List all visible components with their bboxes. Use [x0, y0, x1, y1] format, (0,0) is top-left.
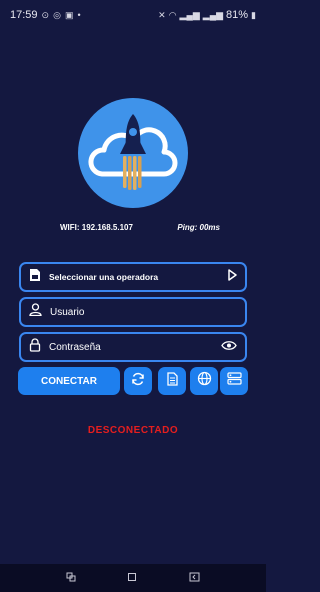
connection-info: WIFI: 192.168.5.107 Ping: 00ms [60, 223, 220, 232]
ping-info: Ping: 00ms [177, 223, 220, 232]
play-arrow-icon[interactable] [227, 268, 237, 286]
refresh-icon [131, 372, 145, 391]
eye-icon[interactable] [221, 338, 237, 356]
signal-icon: ▂▄▆ [179, 9, 200, 20]
battery-level: 81% [226, 9, 249, 21]
operator-select[interactable]: Seleccionar una operadora [19, 262, 247, 292]
password-field[interactable]: Contraseña [19, 332, 247, 362]
status-right: ✕ ◠ ▂▄▆ ▂▄▆ 81% ▮ [158, 9, 256, 21]
whatsapp-icon: ◎ [53, 9, 61, 20]
status-time: 17:59 [10, 9, 38, 21]
status-left: 17:59 ⊙ ◎ ▣ • [10, 9, 81, 21]
scan-icon: ▣ [64, 9, 74, 20]
signal2-icon: ▂▄▆ [202, 9, 224, 20]
refresh-button[interactable] [124, 367, 152, 395]
lock-icon [29, 337, 41, 357]
action-buttons: CONECTAR [18, 367, 248, 395]
connect-button[interactable]: CONECTAR [18, 367, 120, 395]
connection-status: DESCONECTADO [87, 425, 179, 436]
server-icon [226, 372, 242, 390]
rocket-cloud-logo [78, 98, 188, 208]
browser-button[interactable] [190, 367, 218, 395]
user-icon [29, 303, 42, 321]
dot-icon: • [77, 10, 81, 20]
document-icon [166, 371, 178, 391]
mute-icon: ✕ [158, 9, 166, 20]
back-icon[interactable] [189, 569, 200, 587]
android-nav-bar [0, 564, 266, 592]
logo-graphic [88, 114, 178, 190]
wifi-info: WIFI: 192.168.5.107 [60, 223, 133, 232]
status-bar: 17:59 ⊙ ◎ ▣ • ✕ ◠ ▂▄▆ ▂▄▆ 81% ▮ [0, 0, 266, 30]
recent-apps-icon[interactable] [66, 569, 76, 587]
home-icon[interactable] [127, 569, 137, 587]
sim-card-icon [29, 268, 41, 287]
globe-icon [197, 371, 212, 391]
username-placeholder: Usuario [50, 306, 85, 318]
connect-label: CONECTAR [41, 375, 97, 387]
username-field[interactable]: Usuario [19, 297, 247, 327]
password-placeholder: Contraseña [49, 341, 101, 353]
operator-select-value: Seleccionar una operadora [49, 272, 159, 282]
servers-button[interactable] [220, 367, 248, 395]
wifi-icon: ◠ [168, 9, 177, 20]
notification-icon: ⊙ [41, 9, 50, 20]
logs-button[interactable] [158, 367, 186, 395]
battery-icon: ▮ [251, 9, 256, 20]
